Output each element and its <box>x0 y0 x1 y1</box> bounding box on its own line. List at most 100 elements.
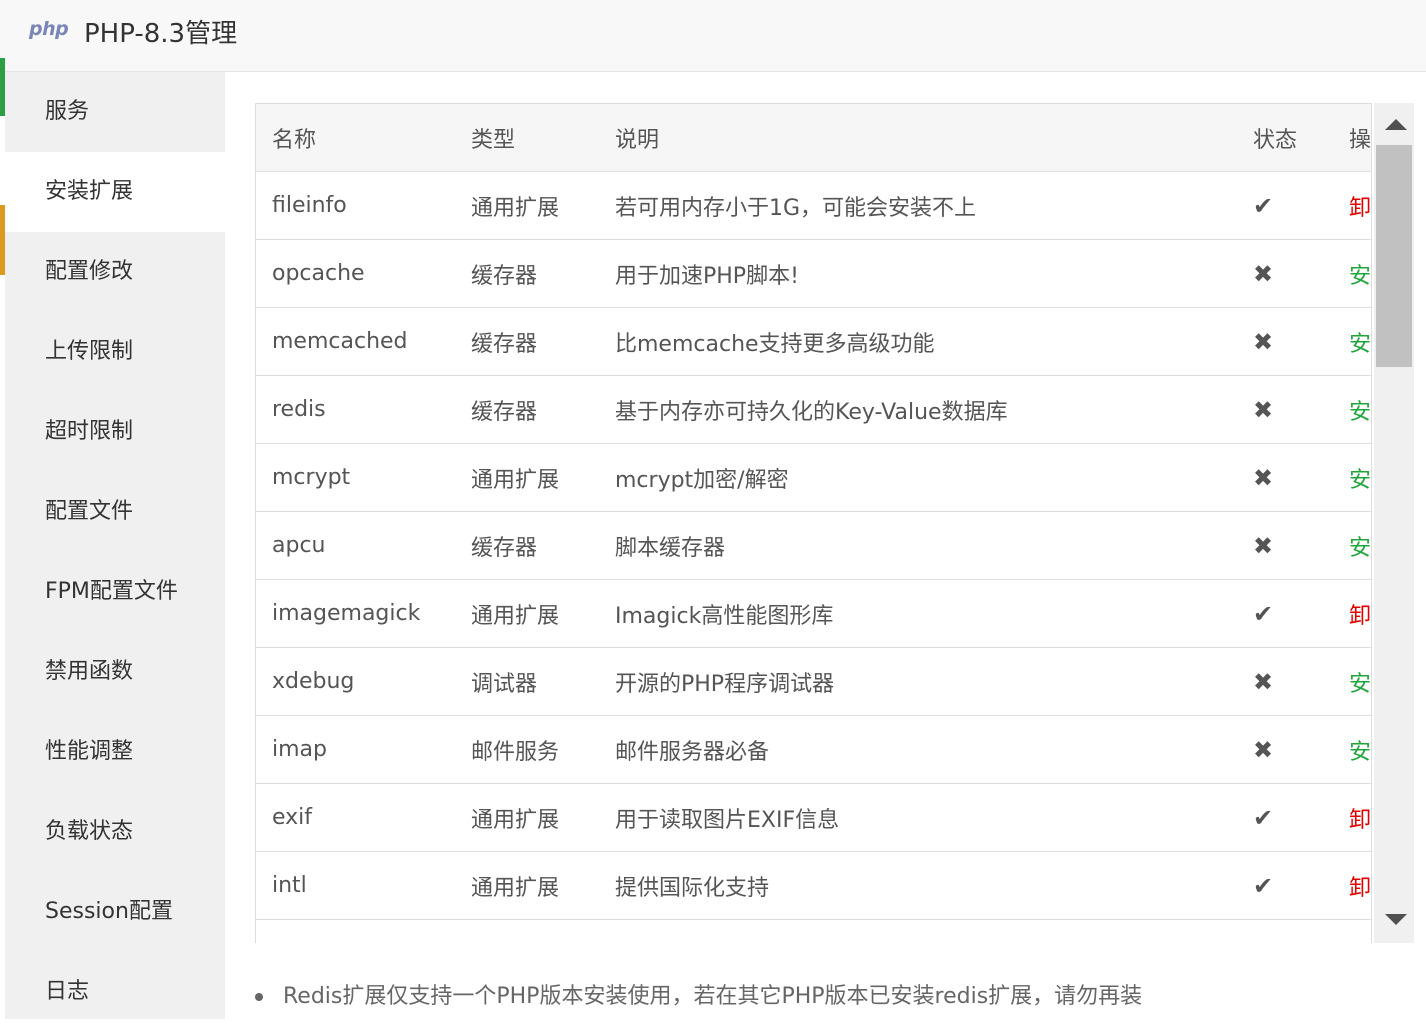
extension-status: ✖ <box>1242 443 1332 512</box>
uninstall-link[interactable]: 卸载 <box>1349 876 1371 901</box>
extension-status: ✔ <box>1242 783 1332 852</box>
table-row: xdebug调试器开源的PHP程序调试器 ✖ 安装 <box>256 647 1371 716</box>
install-link[interactable]: 安装 <box>1349 400 1371 425</box>
extension-op: 安装 <box>1332 443 1371 512</box>
extension-status: ✖ <box>1242 511 1332 580</box>
extension-status: ✖ <box>1242 647 1332 716</box>
sidebar-item[interactable]: 上传限制 <box>5 312 225 392</box>
table-row: imap邮件服务邮件服务器必备 ✖ 安装 <box>256 715 1371 784</box>
extension-desc: 开源的PHP程序调试器 <box>599 647 1242 716</box>
table-row: memcached缓存器比memcache支持更多高级功能 ✖ 安装 <box>256 307 1371 376</box>
extension-table: 名称 类型 说明 状态 操作 fileinfo通用扩展若可用内存小于1G，可能会… <box>256 104 1371 944</box>
sidebar-item[interactable]: 配置文件 <box>5 472 225 552</box>
header-op: 操作 <box>1332 104 1371 172</box>
extension-status: ✖ <box>1242 307 1332 376</box>
cross-icon: ✖ <box>1253 667 1274 696</box>
table-row: fileinfo通用扩展若可用内存小于1G，可能会安装不上 ✔ 卸载 <box>256 171 1371 240</box>
table-header-row: 名称 类型 说明 状态 操作 <box>256 104 1371 172</box>
cross-icon: ✖ <box>1253 463 1274 492</box>
install-link[interactable]: 安装 <box>1349 468 1371 493</box>
extension-op: 安装 <box>1332 239 1371 308</box>
window-titlebar: php PHP-8.3管理 <box>0 0 1426 72</box>
check-icon: ✔ <box>1253 191 1274 220</box>
extension-type: 缓存器 <box>455 307 599 376</box>
php-logo: php <box>29 18 69 40</box>
extension-desc: Imagick高性能图形库 <box>599 579 1242 648</box>
extension-type: 缓存器 <box>455 375 599 444</box>
sidebar-item[interactable]: 超时限制 <box>5 392 225 472</box>
cross-icon: ✖ <box>1253 531 1274 560</box>
table-row: imagemagick通用扩展Imagick高性能图形库 ✔ 卸载 <box>256 579 1371 648</box>
extension-desc: 比memcache支持更多高级功能 <box>599 307 1242 376</box>
extension-type: 通用扩展 <box>455 171 599 240</box>
sidebar-item[interactable]: 禁用函数 <box>5 632 225 712</box>
extension-op: 安装 <box>1332 307 1371 376</box>
extension-desc: 用于加速PHP脚本! <box>599 239 1242 308</box>
cross-icon: ✖ <box>1253 259 1274 288</box>
extension-status: ✔ <box>1242 851 1332 920</box>
uninstall-link[interactable]: 卸载 <box>1349 808 1371 833</box>
note-text: Redis扩展仅支持一个PHP版本安装使用，若在其它PHP版本已安装redis扩… <box>283 984 1143 1009</box>
extension-name: imagemagick <box>256 579 455 648</box>
extension-name: fileinfo <box>256 171 455 240</box>
extension-type: 缓存器 <box>455 511 599 580</box>
check-icon: ✔ <box>1253 871 1274 900</box>
header-type: 类型 <box>455 104 599 172</box>
extension-name: xdebug <box>256 647 455 716</box>
extension-status: ✔ <box>1242 919 1332 944</box>
bullet-icon <box>255 993 263 1001</box>
sidebar-item[interactable]: Session配置 <box>5 872 225 952</box>
extension-name: opcache <box>256 239 455 308</box>
table-scrollbar[interactable] <box>1374 103 1414 943</box>
cross-icon: ✖ <box>1253 395 1274 424</box>
check-icon: ✔ <box>1253 599 1274 628</box>
extension-status: ✔ <box>1242 579 1332 648</box>
install-link[interactable]: 安装 <box>1349 740 1371 765</box>
uninstall-link[interactable]: 卸载 <box>1349 604 1371 629</box>
table-row: apcu缓存器脚本缓存器 ✖ 安装 <box>256 511 1371 580</box>
cross-icon: ✖ <box>1253 327 1274 356</box>
extension-name: imap <box>256 715 455 784</box>
extension-desc: 邮件服务器必备 <box>599 715 1242 784</box>
header-desc: 说明 <box>599 104 1242 172</box>
sidebar-item[interactable]: 负载状态 <box>5 792 225 872</box>
scrollbar-thumb[interactable] <box>1376 145 1412 367</box>
uninstall-link[interactable]: 卸载 <box>1349 196 1371 221</box>
install-link[interactable]: 安装 <box>1349 672 1371 697</box>
extension-name: mcrypt <box>256 443 455 512</box>
extension-name: redis <box>256 375 455 444</box>
table-row: redis缓存器基于内存亦可持久化的Key-Value数据库 ✖ 安装 <box>256 375 1371 444</box>
cross-icon: ✖ <box>1253 735 1274 764</box>
extension-op: 安装 <box>1332 715 1371 784</box>
redis-note: Redis扩展仅支持一个PHP版本安装使用，若在其它PHP版本已安装redis扩… <box>255 980 1142 1014</box>
extension-op: 卸载 <box>1332 783 1371 852</box>
window-title: PHP-8.3管理 <box>84 19 238 49</box>
extension-op: 安装 <box>1332 375 1371 444</box>
table-row: mcrypt通用扩展mcrypt加密/解密 ✖ 安装 <box>256 443 1371 512</box>
sidebar-item[interactable]: 配置修改 <box>5 232 225 312</box>
extension-type: 邮件服务 <box>455 715 599 784</box>
extension-name: intl <box>256 851 455 920</box>
extension-desc: 提供国际化支持 <box>599 851 1242 920</box>
extension-desc: mcrypt加密/解密 <box>599 443 1242 512</box>
extension-desc: mbstring扩展 <box>599 919 1242 943</box>
extension-name: exif <box>256 783 455 852</box>
extension-op: 安装 <box>1332 647 1371 716</box>
install-link[interactable]: 安装 <box>1349 264 1371 289</box>
sidebar-item[interactable]: 日志 <box>5 952 225 1032</box>
extension-name: memcached <box>256 307 455 376</box>
extension-status: ✔ <box>1242 171 1332 240</box>
triangle-up-icon[interactable] <box>1385 119 1407 130</box>
sidebar-item[interactable]: FPM配置文件 <box>5 552 225 632</box>
extension-name: apcu <box>256 511 455 580</box>
triangle-down-icon[interactable] <box>1385 914 1407 925</box>
install-link[interactable]: 安装 <box>1349 536 1371 561</box>
extension-type: 通用扩展 <box>455 783 599 852</box>
sidebar-item[interactable]: 性能调整 <box>5 712 225 792</box>
sidebar-item[interactable]: 服务 <box>5 72 225 152</box>
sidebar-item[interactable]: 安装扩展 <box>5 152 225 232</box>
install-link[interactable]: 安装 <box>1349 332 1371 357</box>
extension-status: ✖ <box>1242 715 1332 784</box>
check-icon: ✔ <box>1253 940 1273 944</box>
extension-op: 安装 <box>1332 511 1371 580</box>
